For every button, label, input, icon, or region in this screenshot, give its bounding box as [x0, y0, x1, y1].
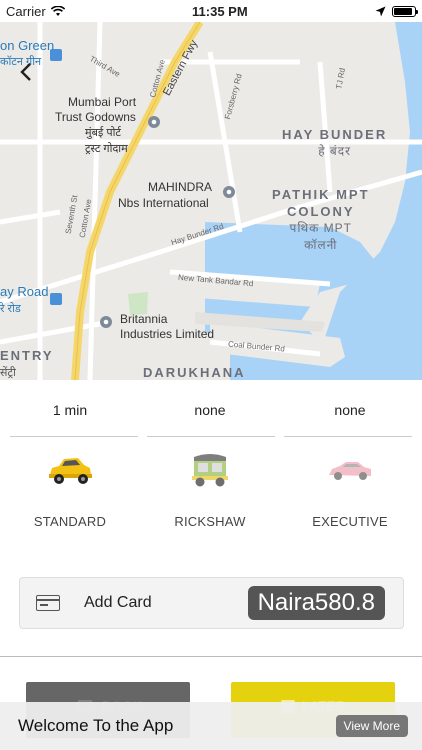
eta-underlines: [10, 436, 412, 437]
rickshaw-icon: [182, 450, 238, 490]
map-view[interactable]: on Green कॉटन ग्रीन Third Ave Cotton Ave…: [0, 22, 422, 380]
add-card-label: Add Card: [84, 594, 152, 611]
hay-bunder-en: HAY BUNDER: [282, 127, 388, 142]
location-arrow-icon: [375, 6, 386, 16]
status-right: [375, 5, 418, 17]
vehicle-label-standard: STANDARD: [33, 514, 107, 529]
eta-row: 1 min none none: [0, 402, 422, 418]
vehicle-executive[interactable]: EXECUTIVE: [280, 450, 420, 529]
pathik-en1: PATHIK MPT: [272, 187, 370, 202]
map-label-mahindra: MAHINDRA: [148, 180, 213, 194]
clock: 11:35 PM: [192, 3, 248, 19]
eta-rickshaw: none: [194, 402, 226, 418]
booking-panel: 1 min none none STANDARD RICKSHAW EXECUT…: [0, 380, 422, 750]
map-label-cotton-green: on Green: [0, 38, 55, 53]
hay-bunder-hi: हे बंदर: [318, 144, 352, 158]
eta-executive: none: [334, 402, 366, 418]
map-label-ay-road-hi: रे रोड: [0, 303, 21, 315]
eta-underline: [10, 436, 138, 437]
map-label-pathik: PATHIK MPT COLONY पथिक MPT कॉलनी: [272, 186, 370, 254]
map-label-entry: ENTRY: [0, 348, 54, 363]
status-left: Carrier: [6, 4, 65, 19]
map-label-ay-road: ay Road: [0, 284, 49, 299]
battery-icon: [391, 5, 418, 17]
map-label-port-en: Mumbai Port: [68, 95, 137, 109]
map-label-britannia2: Industries Limited: [120, 327, 215, 341]
vehicle-standard[interactable]: STANDARD: [0, 450, 140, 529]
view-more-button[interactable]: View More: [335, 715, 408, 737]
pink-car-icon: [322, 450, 378, 490]
yellow-car-icon: [42, 450, 98, 490]
banner-text: Welcome To the App: [18, 716, 174, 735]
map-label-port-hi2: ट्रस्ट गोदाम: [85, 143, 128, 155]
vehicle-options: STANDARD RICKSHAW EXECUTIVE: [0, 450, 422, 529]
carrier-label: Carrier: [6, 3, 46, 19]
map-label-britannia1: Britannia: [120, 312, 168, 326]
wifi-icon: [50, 5, 65, 16]
chevron-left-icon: [20, 63, 31, 81]
pathik-en2: COLONY: [286, 204, 355, 219]
status-bar: Carrier 11:35 PM: [0, 0, 422, 22]
map-label-darukhana: DARUKHANA: [143, 365, 246, 380]
vehicle-label-executive: EXECUTIVE: [312, 514, 388, 529]
map-label-port-hi: मुंबई पोर्ट: [85, 127, 121, 139]
map-label-entry-hi: सेंट्री: [0, 367, 16, 379]
eta-underline: [284, 436, 412, 437]
map-label-nbs: Nbs International: [118, 196, 209, 210]
vehicle-rickshaw[interactable]: RICKSHAW: [140, 450, 280, 529]
eta-underline: [147, 436, 275, 437]
add-card-row[interactable]: Add Card Naira580.8: [19, 577, 404, 629]
eta-standard: 1 min: [52, 402, 88, 418]
map-label-hay-bunder: HAY BUNDER हे बंदर: [282, 126, 387, 160]
vehicle-label-rickshaw: RICKSHAW: [174, 514, 246, 529]
credit-card-icon: [36, 595, 60, 611]
welcome-banner: Welcome To the App View More: [0, 702, 422, 750]
divider: [0, 656, 422, 657]
pathik-hi2: कॉलनी: [304, 238, 338, 252]
pathik-hi1: पथिक MPT: [289, 221, 352, 235]
map-label-port-en2: Trust Godowns: [55, 110, 136, 124]
fare-price-badge: Naira580.8: [247, 586, 385, 620]
